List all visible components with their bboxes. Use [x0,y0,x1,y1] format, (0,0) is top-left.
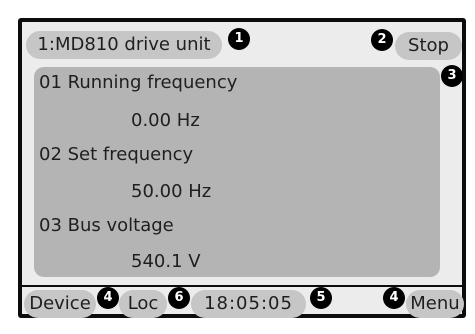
loc-button[interactable]: Loc [119,290,167,318]
callout-4-badge-menu: 4 [383,287,405,309]
callout-5-badge: 5 [310,287,332,309]
device-button[interactable]: Device [24,290,96,318]
parameter-value: 50.00 Hz [131,181,212,202]
callout-6-badge: 6 [168,287,190,309]
callout-1-badge: 1 [228,28,250,50]
parameter-value: 0.00 Hz [131,110,200,131]
parameter-name: 02 Set frequency [39,144,194,165]
parameter-name: 01 Running frequency [39,72,238,93]
clock-display: 18:05:05 [191,290,306,318]
stop-button[interactable]: Stop [395,32,462,60]
parameter-panel [34,67,440,277]
parameter-value: 540.1 V [131,251,201,272]
callout-3-badge: 3 [441,65,463,87]
menu-button[interactable]: Menu [406,290,464,318]
drive-unit-label[interactable]: 1:MD810 drive unit [26,31,222,59]
callout-4-badge: 4 [97,287,119,309]
callout-2-badge: 2 [371,29,393,51]
parameter-name: 03 Bus voltage [39,215,174,236]
